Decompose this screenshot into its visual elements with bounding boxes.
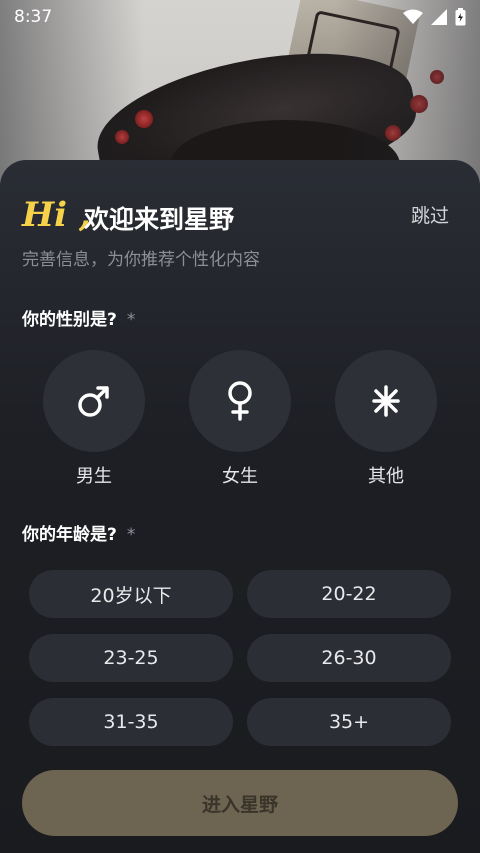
gender-circle[interactable] [189,350,291,452]
gender-circle[interactable] [335,350,437,452]
age-option[interactable]: 35+ [247,698,451,746]
gender-option-male[interactable]: 男生 [43,350,145,488]
signal-icon [431,9,447,25]
status-time: 8:37 [14,7,53,27]
gender-option-female[interactable]: 女生 [189,350,291,488]
enter-button[interactable]: 进入星野 [22,770,458,836]
status-icons [403,8,466,26]
age-option[interactable]: 20岁以下 [29,570,233,618]
age-question: 你的年龄是? [22,525,117,545]
age-option[interactable]: 20-22 [247,570,451,618]
skip-button[interactable]: 跳过 [411,201,449,228]
age-option[interactable]: 23-25 [29,634,233,682]
age-section-title: 你的年龄是? * [22,520,135,545]
required-mark: * [126,310,136,330]
status-bar: 8:37 [0,0,480,34]
required-mark: * [126,525,136,545]
other-gender-icon [372,385,400,417]
gender-label: 男生 [76,466,112,487]
gender-circle[interactable] [43,350,145,452]
gender-option-other[interactable]: 其他 [335,350,437,488]
hi-greeting: Hi , [22,195,91,235]
subtitle: 完善信息，为你推荐个性化内容 [22,250,260,270]
female-symbol-icon [228,381,252,421]
wifi-icon [403,9,423,24]
gender-section-title: 你的性别是? * [22,305,135,330]
gender-question: 你的性别是? [22,310,117,330]
battery-icon [455,8,466,26]
gender-label: 其他 [368,466,404,487]
male-symbol-icon [78,386,109,417]
age-option[interactable]: 26-30 [247,634,451,682]
welcome-title: 欢迎来到星野 [84,205,235,234]
age-option[interactable]: 31-35 [29,698,233,746]
gender-label: 女生 [222,466,258,487]
